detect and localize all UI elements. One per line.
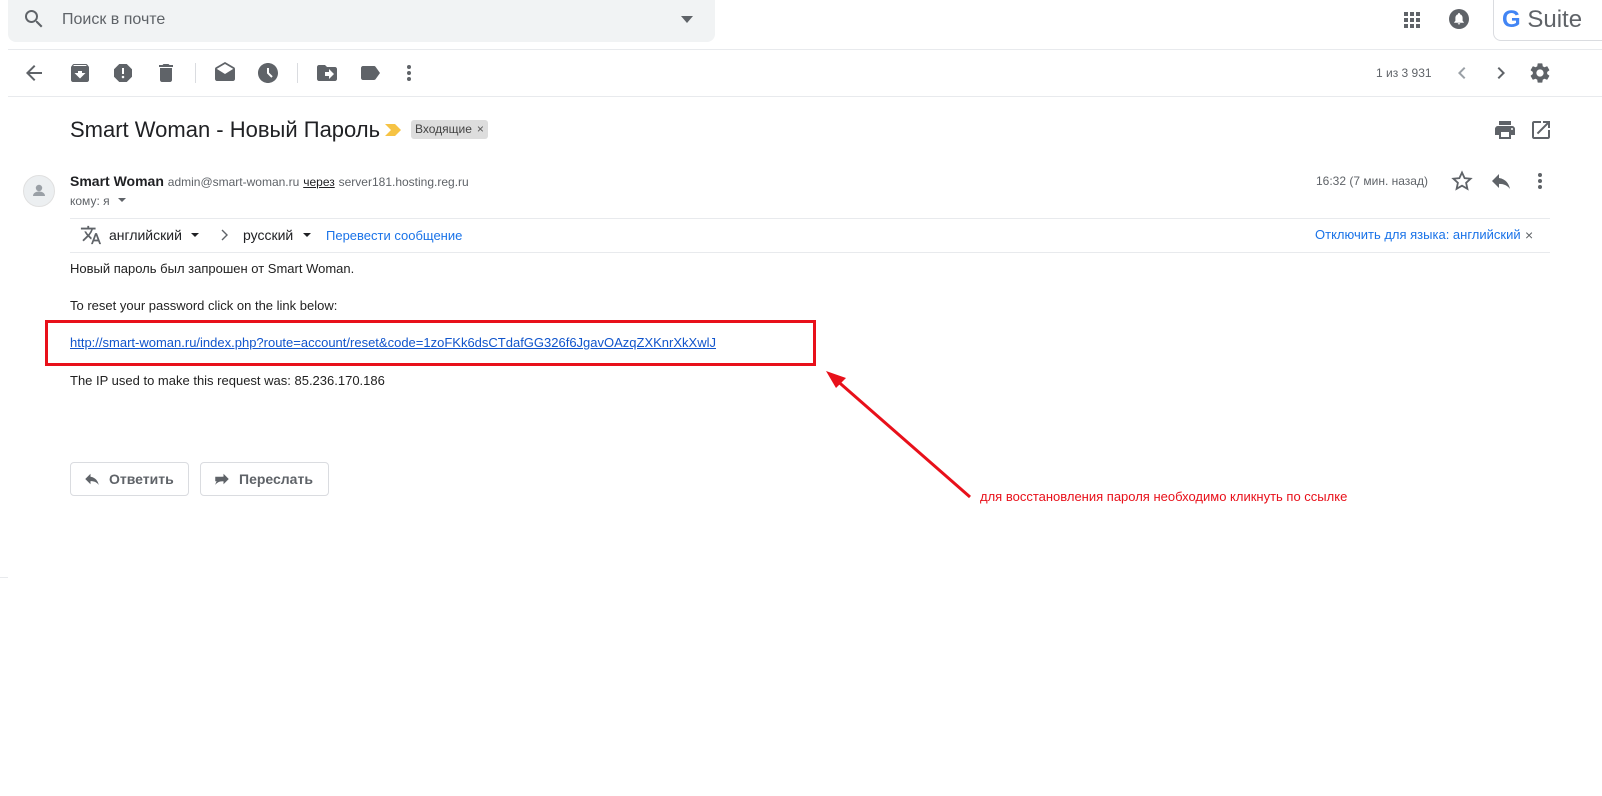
source-language-value: английский — [109, 227, 182, 243]
recipients-line[interactable]: кому: я — [70, 194, 128, 208]
caret-down-icon[interactable] — [677, 12, 697, 28]
reply-button[interactable]: Ответить — [70, 462, 189, 496]
forward-button-label: Переслать — [239, 471, 313, 487]
snooze-icon[interactable] — [256, 61, 280, 85]
label-icon[interactable] — [358, 61, 382, 85]
body-line: Новый пароль был запрошен от Smart Woman… — [70, 261, 355, 276]
source-language-select[interactable]: английский — [109, 227, 202, 245]
sender-email: admin@smart-woman.ru — [167, 175, 300, 189]
close-icon[interactable]: × — [1525, 227, 1533, 243]
label-remove-button[interactable]: × — [477, 122, 484, 136]
avatar[interactable] — [23, 175, 55, 207]
translate-icon — [80, 224, 102, 246]
more-vert-icon[interactable] — [1528, 169, 1552, 193]
open-new-window-icon[interactable] — [1529, 118, 1553, 142]
body-line: The IP used to make this request was: 85… — [70, 373, 385, 388]
email-subject: Smart Woman - Новый Пароль — [70, 117, 381, 142]
caret-down-icon[interactable] — [116, 195, 128, 205]
caret-down-icon — [302, 233, 311, 237]
divider — [8, 49, 1602, 50]
forward-icon — [215, 473, 229, 485]
report-spam-icon[interactable] — [111, 61, 135, 85]
print-icon[interactable] — [1493, 118, 1517, 142]
divider — [8, 96, 1602, 97]
star-icon[interactable] — [1450, 169, 1474, 193]
toolbar-separator — [297, 63, 298, 83]
recipients-text: кому: я — [70, 194, 110, 208]
sender-name[interactable]: Smart Woman — [70, 173, 164, 189]
body-line: To reset your password click on the link… — [70, 298, 338, 313]
message-time: 16:32 (7 мин. назад) — [1316, 174, 1428, 188]
gsuite-logo-text: Suite — [1520, 6, 1583, 33]
more-vert-icon[interactable] — [397, 61, 421, 85]
annotation-highlight-box — [45, 320, 816, 366]
search-icon[interactable] — [22, 7, 46, 31]
notification-bell-icon[interactable] — [1447, 7, 1471, 31]
move-to-icon[interactable] — [315, 61, 339, 85]
reply-icon[interactable] — [1489, 169, 1513, 193]
apps-grid-icon[interactable] — [1400, 8, 1424, 32]
chevron-right-icon[interactable] — [1489, 61, 1513, 85]
reply-icon — [85, 473, 99, 485]
divider — [0, 577, 8, 578]
page-counter: 1 из 3 931 — [1376, 66, 1432, 80]
via-server: server181.hosting.reg.ru — [338, 175, 469, 189]
reply-button-label: Ответить — [109, 471, 174, 487]
label-chip-text: Входящие — [415, 122, 472, 136]
back-arrow-icon[interactable] — [22, 61, 46, 85]
via-link[interactable]: через — [303, 175, 335, 189]
inbox-label-chip: Входящие × — [411, 120, 488, 139]
gear-icon[interactable] — [1528, 61, 1552, 85]
annotation-text: для восстановления пароля необходимо кли… — [980, 489, 1348, 504]
forward-button[interactable]: Переслать — [200, 462, 329, 496]
disable-translation-link[interactable]: Отключить для языка: английский — [1315, 227, 1521, 242]
target-language-select[interactable]: русский — [243, 227, 314, 245]
translate-message-link[interactable]: Перевести сообщение — [326, 228, 462, 243]
gsuite-logo-g: G — [1502, 6, 1521, 33]
toolbar-separator — [195, 63, 196, 83]
chevron-right-icon — [217, 227, 231, 243]
archive-icon[interactable] — [68, 61, 92, 85]
sender-line: Smart Woman admin@smart-woman.ru через s… — [70, 173, 469, 189]
caret-down-icon — [191, 233, 200, 237]
target-language-value: русский — [243, 227, 294, 243]
gsuite-badge[interactable]: G Suite — [1493, 0, 1602, 41]
search-input[interactable] — [60, 8, 664, 32]
chevron-left-icon[interactable] — [1450, 61, 1474, 85]
mark-unread-icon[interactable] — [213, 61, 237, 85]
delete-icon[interactable] — [154, 61, 178, 85]
importance-marker-icon[interactable] — [385, 123, 403, 137]
person-icon — [33, 184, 45, 196]
